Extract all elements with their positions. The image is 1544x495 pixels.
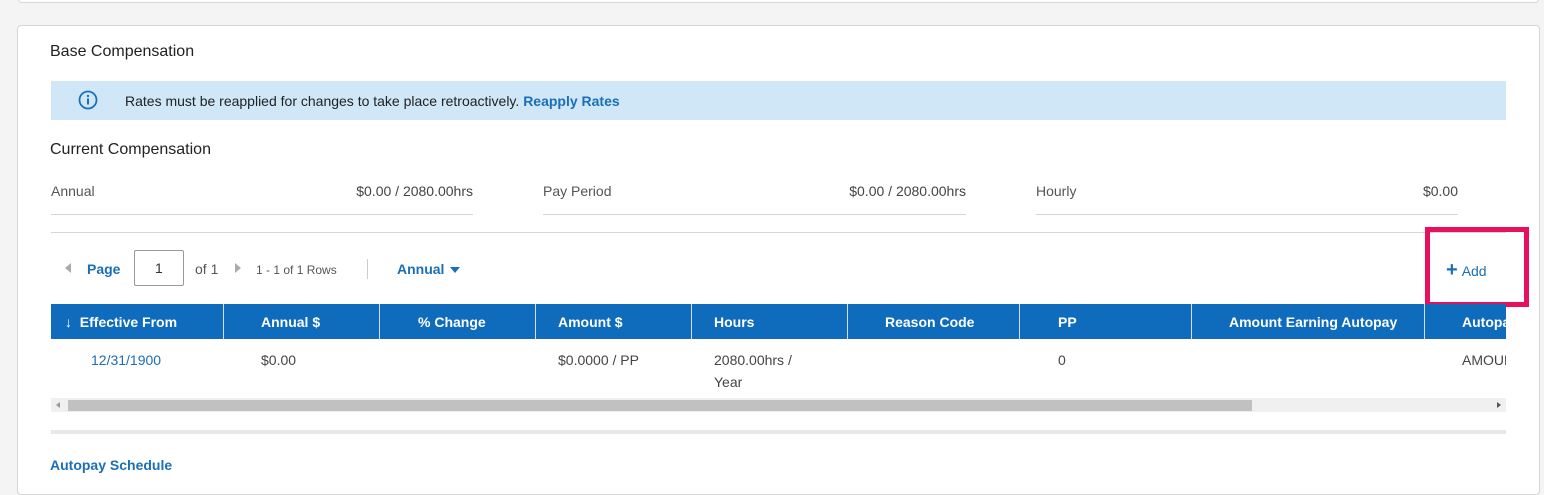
col-amount-earning-autopay[interactable]: Amount Earning Autopay (1192, 304, 1425, 339)
pay-period-label: Pay Period (543, 183, 612, 199)
banner-text: Rates must be reapplied for changes to t… (125, 93, 520, 109)
pay-period-value: $0.00 / 2080.00hrs (849, 183, 966, 199)
view-dropdown-label: Annual (397, 261, 445, 277)
pager-separator (367, 259, 368, 279)
annual-label: Annual (51, 183, 95, 199)
scroll-left-icon[interactable] (56, 402, 60, 408)
page-number-input[interactable] (134, 250, 184, 286)
highlight-box (1425, 227, 1529, 307)
next-page-icon[interactable] (235, 263, 241, 273)
table-row[interactable]: 12/31/1900 $0.00 $0.0000 / PP 2080.00hrs… (51, 339, 1506, 398)
divider (51, 232, 1506, 233)
hourly-value: $0.00 (1422, 183, 1458, 199)
cell-autopay: AMOUNT (1462, 352, 1506, 368)
cell-pp: 0 (1058, 352, 1066, 368)
scrollbar-thumb[interactable] (68, 400, 1252, 411)
caret-down-icon (450, 267, 461, 274)
hourly-label: Hourly (1036, 183, 1077, 199)
pay-period-field: Pay Period $0.00 / 2080.00hrs (543, 181, 966, 215)
view-dropdown[interactable]: Annual (397, 261, 461, 277)
col-pp[interactable]: PP (1020, 304, 1192, 339)
col-autopay[interactable]: Autopay (1425, 304, 1506, 339)
previous-card (18, 0, 1539, 3)
col-effective-from[interactable]: ↓ Effective From (51, 304, 224, 339)
section-divider (51, 430, 1506, 434)
horizontal-scrollbar[interactable] (51, 398, 1506, 412)
page-count: of 1 (195, 261, 219, 277)
cell-percent-change (380, 339, 536, 398)
cell-hours: 2080.00hrs / Year (692, 339, 848, 398)
col-percent-change[interactable]: % Change (380, 304, 536, 339)
cell-hours-line1: 2080.00hrs / (714, 352, 792, 368)
info-banner: Rates must be reapplied for changes to t… (51, 81, 1506, 120)
col-annual[interactable]: Annual $ (224, 304, 380, 339)
cell-hours-line2: Year (714, 374, 743, 390)
page-label: Page (87, 261, 121, 277)
table-header: ↓ Effective From Annual $ % Change Amoun… (51, 304, 1506, 339)
compensation-table: ↓ Effective From Annual $ % Change Amoun… (51, 304, 1506, 398)
info-icon (78, 90, 98, 110)
cell-effective-from[interactable]: 12/31/1900 (51, 339, 224, 398)
annual-field: Annual $0.00 / 2080.00hrs (51, 181, 473, 215)
col-amount[interactable]: Amount $ (536, 304, 692, 339)
cell-annual: $0.00 (261, 352, 297, 368)
current-compensation-title: Current Compensation (50, 141, 211, 158)
reapply-rates-link[interactable]: Reapply Rates (523, 93, 619, 109)
cell-amount: $0.0000 / PP (558, 352, 639, 368)
annual-value: $0.00 / 2080.00hrs (356, 183, 473, 199)
row-count: 1 - 1 of 1 Rows (256, 263, 337, 277)
cell-reason-code (848, 339, 1020, 398)
sort-down-icon: ↓ (65, 314, 72, 330)
banner-message: Rates must be reapplied for changes to t… (125, 93, 620, 109)
col-reason-code[interactable]: Reason Code (848, 304, 1020, 339)
col-hours[interactable]: Hours (692, 304, 848, 339)
prev-page-icon[interactable] (65, 263, 71, 273)
cell-amount-earning-autopay (1192, 339, 1425, 398)
section-title: Base Compensation (50, 43, 195, 60)
hourly-field: Hourly $0.00 (1036, 181, 1458, 215)
scroll-right-icon[interactable] (1497, 402, 1501, 408)
